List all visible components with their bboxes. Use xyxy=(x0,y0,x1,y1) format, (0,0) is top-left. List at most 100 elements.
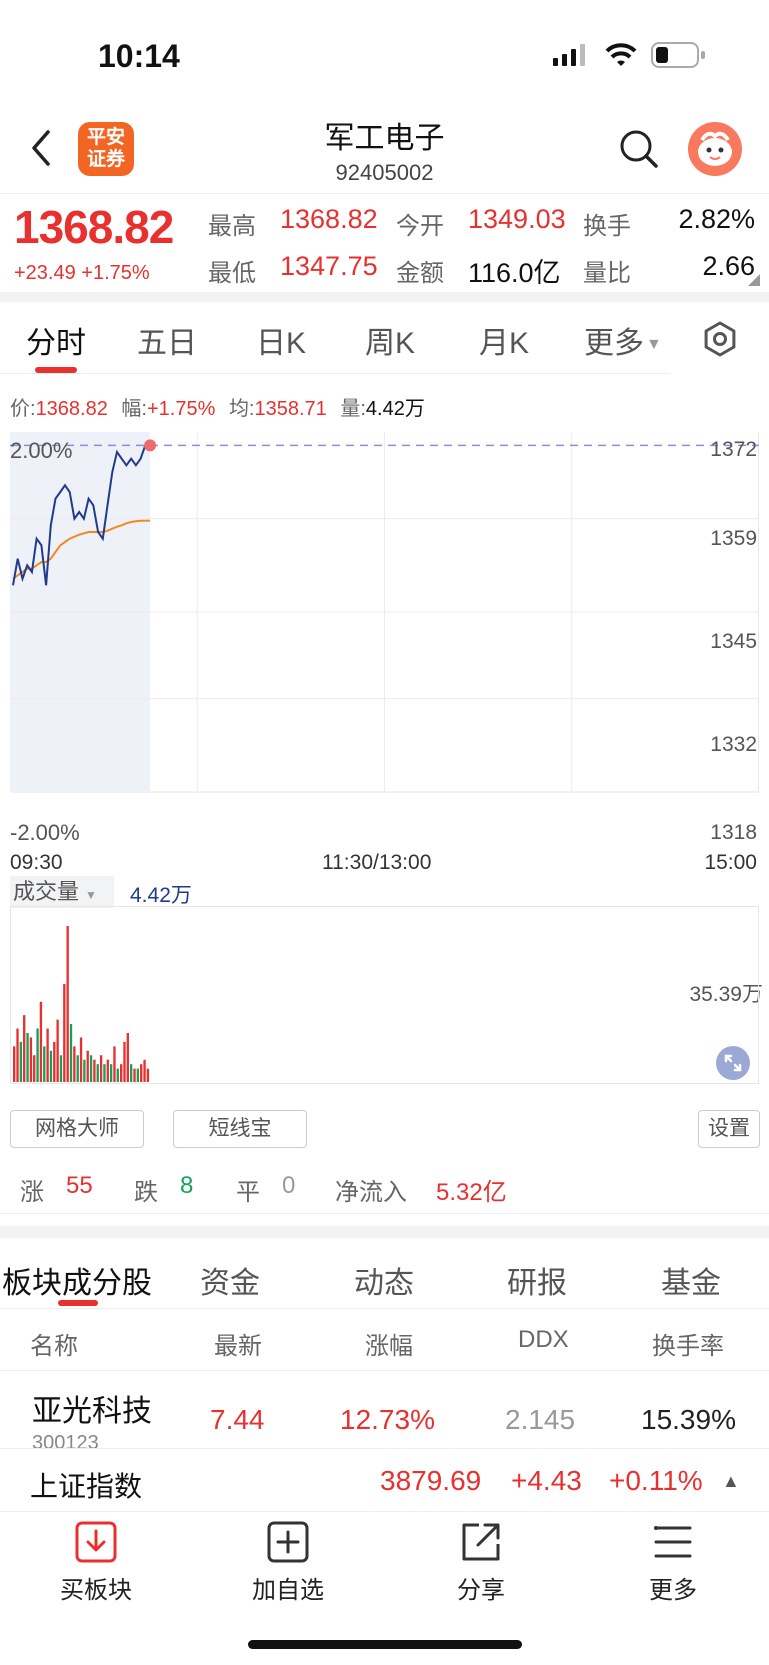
volume-bar xyxy=(79,1037,83,1082)
expand-up-icon[interactable]: ▲ xyxy=(722,1471,740,1492)
tab-fund[interactable]: 基金 xyxy=(661,1258,721,1302)
settings-button[interactable]: 设置 xyxy=(698,1110,760,1148)
price-change: +23.49 +1.75% xyxy=(14,262,150,285)
buy-sector-button[interactable]: 买板块 xyxy=(36,1520,156,1605)
stock-latest: 7.44 xyxy=(210,1404,265,1435)
change-percent: +1.75% xyxy=(81,262,150,284)
info-line: 价:1368.82 幅:+1.75% 均:1358.71 量:4.42万 xyxy=(10,392,425,421)
inflow-value: 5.32亿 xyxy=(436,1179,507,1206)
gear-icon[interactable] xyxy=(701,320,739,358)
amount-label: 金额 xyxy=(396,260,444,287)
low-value: 1347.75 xyxy=(280,251,378,281)
y-tick-label: 1345 xyxy=(710,630,757,653)
turnover-label: 换手 xyxy=(583,213,631,240)
tab-more[interactable]: 更多 ▼ xyxy=(584,318,662,362)
tab-daily-k[interactable]: 日K xyxy=(256,318,306,362)
volume-selector[interactable]: 成交量 ▼ xyxy=(10,876,114,908)
high-label: 最高 xyxy=(208,213,256,240)
high-value: 1368.82 xyxy=(280,204,378,234)
chevron-down-icon: ▼ xyxy=(646,336,662,354)
add-watchlist-button[interactable]: 加自选 xyxy=(228,1520,348,1605)
volume-bar xyxy=(16,1028,19,1082)
volume-bar xyxy=(49,1050,53,1082)
tab-intraday[interactable]: 分时 xyxy=(26,318,86,362)
volume-bar xyxy=(146,1068,150,1082)
up-count: 55 xyxy=(66,1172,93,1199)
volume-bar xyxy=(19,1041,23,1082)
tab-weekly-k[interactable]: 周K xyxy=(365,318,415,362)
y-tick-label: 1318 xyxy=(710,821,757,844)
volume-bar xyxy=(89,1055,93,1082)
index-change: +4.43 xyxy=(511,1465,582,1496)
tab-research[interactable]: 研报 xyxy=(507,1258,567,1302)
volume-bar xyxy=(33,1055,36,1082)
share-button[interactable]: 分享 xyxy=(421,1520,541,1605)
x-tick-label: 15:00 xyxy=(704,851,757,874)
x-tick-label: 09:30 xyxy=(10,851,63,874)
short-line-button[interactable]: 短线宝 xyxy=(173,1110,307,1148)
volume-bar xyxy=(43,1046,46,1082)
volume-bar xyxy=(130,1064,133,1082)
change-value: +23.49 xyxy=(14,262,76,284)
y-tick-label: 1332 xyxy=(710,733,757,756)
tab-components[interactable]: 板块成分股 xyxy=(2,1258,152,1302)
expand-corner-icon[interactable] xyxy=(748,274,760,286)
grid-master-button[interactable]: 网格大师 xyxy=(10,1110,144,1148)
avatar[interactable] xyxy=(688,122,742,176)
tab-monthly-k[interactable]: 月K xyxy=(479,318,529,362)
stock-code: 300123 xyxy=(32,1432,99,1448)
volume-chart xyxy=(10,906,759,1084)
index-value: 3879.69 xyxy=(380,1465,482,1496)
volume-bar xyxy=(123,1041,126,1082)
volume-bar xyxy=(109,1064,113,1082)
flat-count: 0 xyxy=(282,1172,296,1199)
y-tick-label: 1359 xyxy=(710,527,757,550)
volume-bar xyxy=(103,1064,106,1082)
col-header-latest[interactable]: 最新 xyxy=(214,1326,262,1361)
tab-5day[interactable]: 五日 xyxy=(137,318,197,362)
nav-label: 加自选 xyxy=(252,1577,324,1604)
volume-value: 4.42万 xyxy=(130,884,192,907)
volume-bar xyxy=(69,1024,73,1082)
tab-funds[interactable]: 资金 xyxy=(200,1258,260,1302)
volume-bar xyxy=(99,1055,103,1082)
volume-bar xyxy=(53,1041,56,1082)
info-price-label: 价: xyxy=(10,398,36,420)
stock-change: 12.73% xyxy=(340,1404,435,1435)
battery-icon xyxy=(651,42,707,68)
col-header-change[interactable]: 涨幅 xyxy=(365,1326,413,1361)
volume-bar xyxy=(136,1068,140,1082)
info-amp: +1.75% xyxy=(146,398,216,420)
more-button[interactable]: 更多 xyxy=(613,1520,733,1605)
nav-label: 更多 xyxy=(649,1577,697,1604)
add-icon xyxy=(267,1521,309,1563)
volume-bar xyxy=(93,1059,96,1082)
down-label: 跌 xyxy=(134,1179,158,1206)
open-value: 1349.03 xyxy=(468,204,566,234)
tab-news[interactable]: 动态 xyxy=(354,1258,414,1302)
info-avg-label: 均: xyxy=(228,398,255,420)
volume-bar xyxy=(36,1028,39,1082)
volume-bar xyxy=(86,1050,89,1082)
volume-bar xyxy=(116,1068,119,1082)
volume-bar xyxy=(26,1032,29,1082)
nav-label: 买板块 xyxy=(60,1577,132,1604)
col-header-name[interactable]: 名称 xyxy=(30,1326,78,1361)
low-label: 最低 xyxy=(208,260,256,287)
chevron-down-icon: ▼ xyxy=(85,887,97,902)
share-icon xyxy=(462,1523,500,1561)
search-icon[interactable] xyxy=(618,128,660,170)
info-price: 1368.82 xyxy=(35,398,108,420)
intraday-chart[interactable] xyxy=(10,432,759,845)
fullscreen-icon[interactable] xyxy=(716,1046,750,1080)
index-bar[interactable]: 上证指数 3879.69 +4.43 +0.11% ▲ xyxy=(0,1448,769,1512)
volume-bar xyxy=(66,926,69,1082)
col-header-turnover[interactable]: 换手率 xyxy=(652,1326,724,1361)
up-label: 涨 xyxy=(20,1179,44,1206)
volume-bar xyxy=(23,1015,26,1082)
col-header-ddx[interactable]: DDX xyxy=(518,1326,569,1354)
volume-bar xyxy=(140,1064,143,1082)
table-row[interactable]: 亚光科技 300123 7.44 12.73% 2.145 15.39% xyxy=(0,1372,769,1448)
volume-bar xyxy=(13,1046,16,1082)
volume-bar xyxy=(56,1019,59,1082)
